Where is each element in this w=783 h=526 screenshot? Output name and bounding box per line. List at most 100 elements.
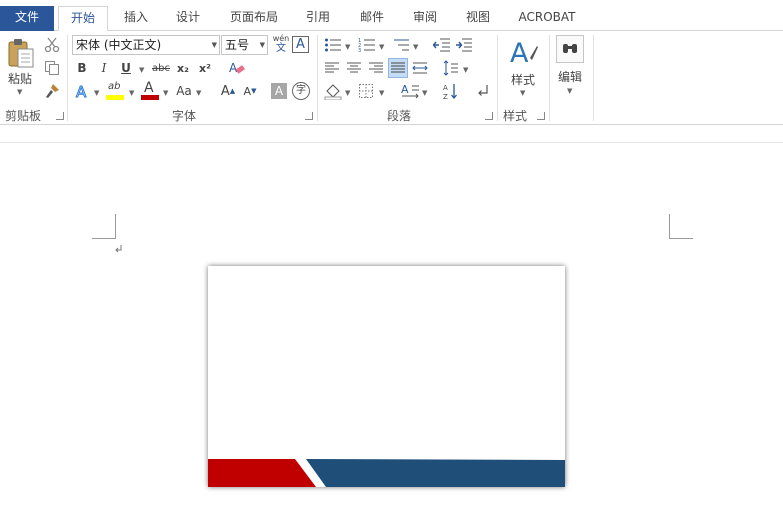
tab-design[interactable]: 设计 bbox=[166, 6, 210, 31]
decrease-indent-icon[interactable] bbox=[432, 37, 451, 53]
svg-text:Z: Z bbox=[443, 93, 448, 100]
svg-text:3: 3 bbox=[358, 48, 361, 53]
numbering-dropdown-icon[interactable]: ▼ bbox=[379, 43, 384, 51]
tab-review[interactable]: 审阅 bbox=[403, 6, 447, 31]
styles-icon[interactable]: A bbox=[508, 36, 538, 69]
grow-font-button[interactable]: A ▲ bbox=[219, 82, 237, 100]
increase-indent-icon[interactable] bbox=[455, 37, 473, 53]
divider bbox=[549, 35, 550, 121]
phonetic-guide-icon[interactable]: wén 文 bbox=[272, 34, 290, 56]
bullets-icon[interactable] bbox=[324, 37, 342, 53]
underline-button[interactable]: U bbox=[118, 59, 134, 77]
numbering-icon[interactable]: 1 2 3 bbox=[358, 37, 376, 54]
character-border-icon[interactable]: A bbox=[292, 36, 309, 53]
tab-acrobat[interactable]: ACROBAT bbox=[512, 6, 582, 31]
clipboard-group-label: 剪贴板 bbox=[5, 109, 42, 123]
font-color-label: A bbox=[144, 80, 154, 96]
tab-home[interactable]: 开始 bbox=[58, 6, 108, 32]
shading-icon[interactable] bbox=[324, 83, 342, 101]
bullets-dropdown-icon[interactable]: ▼ bbox=[345, 43, 350, 51]
shading-dropdown-icon[interactable]: ▼ bbox=[345, 89, 350, 97]
align-left-icon[interactable] bbox=[324, 60, 340, 76]
card-blue-band bbox=[306, 459, 565, 487]
justify-icon[interactable] bbox=[388, 58, 408, 78]
change-case-dropdown-icon[interactable]: ▼ bbox=[196, 89, 201, 97]
sort-icon[interactable]: AZ bbox=[443, 82, 459, 101]
business-card-image[interactable] bbox=[208, 266, 565, 487]
tab-mailings[interactable]: 邮件 bbox=[350, 6, 394, 31]
chevron-down-icon[interactable]: ▼ bbox=[260, 36, 265, 54]
paste-icon[interactable] bbox=[7, 37, 37, 69]
styles-dialog-launcher-icon[interactable] bbox=[537, 112, 545, 120]
tab-view[interactable]: 视图 bbox=[456, 6, 500, 31]
shrink-font-button[interactable]: A ▼ bbox=[241, 82, 259, 100]
distributed-icon[interactable] bbox=[412, 60, 428, 76]
underline-dropdown-icon[interactable]: ▼ bbox=[139, 66, 144, 74]
font-name-value: 宋体 (中文正文) bbox=[76, 38, 162, 52]
paragraph-dialog-launcher-icon[interactable] bbox=[485, 112, 493, 120]
chinese-layout-icon[interactable]: A bbox=[400, 83, 420, 99]
styles-group-label: 样式 bbox=[503, 109, 528, 123]
editing-button[interactable]: 编辑 bbox=[553, 68, 587, 84]
svg-text:A: A bbox=[76, 83, 87, 100]
tab-insert[interactable]: 插入 bbox=[114, 6, 158, 31]
bold-button[interactable]: B bbox=[74, 59, 90, 77]
clipboard-dialog-launcher-icon[interactable] bbox=[56, 112, 64, 120]
strikethrough-button[interactable]: abc bbox=[150, 59, 172, 77]
borders-icon[interactable] bbox=[358, 83, 374, 99]
font-size-combo[interactable]: 五号 ▼ bbox=[221, 35, 268, 55]
multilevel-list-dropdown-icon[interactable]: ▼ bbox=[413, 43, 418, 51]
grow-font-label: A bbox=[220, 83, 230, 99]
svg-text:A: A bbox=[443, 84, 448, 92]
superscript-button[interactable]: x² bbox=[196, 59, 214, 77]
enclose-characters-icon[interactable]: 字 bbox=[292, 82, 310, 100]
text-effects-dropdown-icon[interactable]: ▼ bbox=[94, 89, 99, 97]
chevron-down-icon[interactable]: ▼ bbox=[212, 36, 217, 54]
italic-button[interactable]: I bbox=[96, 59, 112, 77]
cut-icon[interactable] bbox=[44, 37, 60, 53]
tab-page-layout[interactable]: 页面布局 bbox=[222, 6, 286, 31]
svg-text:A: A bbox=[229, 61, 238, 75]
font-color-dropdown-icon[interactable]: ▼ bbox=[163, 89, 168, 97]
format-painter-icon[interactable] bbox=[44, 83, 60, 99]
phonetic-bottom: 文 bbox=[276, 43, 286, 54]
chinese-layout-dropdown-icon[interactable]: ▼ bbox=[422, 89, 427, 97]
divider bbox=[497, 35, 498, 121]
find-binoculars-icon[interactable] bbox=[556, 35, 584, 63]
editing-dropdown-icon[interactable]: ▼ bbox=[567, 87, 572, 95]
font-dialog-launcher-icon[interactable] bbox=[305, 112, 313, 120]
character-shading-icon[interactable]: A bbox=[271, 83, 287, 99]
text-effects-icon[interactable]: A bbox=[74, 82, 92, 102]
multilevel-list-icon[interactable] bbox=[392, 37, 410, 53]
align-right-icon[interactable] bbox=[368, 60, 384, 76]
crop-mark-left-vertical bbox=[115, 214, 116, 238]
paste-dropdown-icon[interactable]: ▼ bbox=[17, 88, 22, 96]
crop-mark-right-vertical bbox=[669, 214, 670, 238]
ribbon-tabs: 文件 开始 插入 设计 页面布局 引用 邮件 审阅 视图 ACROBAT bbox=[0, 0, 783, 32]
line-spacing-dropdown-icon[interactable]: ▼ bbox=[463, 66, 468, 74]
font-color-icon[interactable]: A bbox=[141, 80, 161, 101]
highlight-label: ab bbox=[108, 81, 121, 92]
change-case-button[interactable]: Aa bbox=[174, 82, 194, 100]
paragraph-mark-icon bbox=[114, 243, 124, 253]
show-paragraph-marks-icon[interactable] bbox=[475, 83, 491, 99]
align-center-icon[interactable] bbox=[346, 60, 362, 76]
borders-dropdown-icon[interactable]: ▼ bbox=[379, 89, 384, 97]
subscript-button[interactable]: x₂ bbox=[174, 59, 192, 77]
crop-mark-right-horizontal bbox=[669, 238, 693, 239]
copy-icon[interactable] bbox=[44, 60, 60, 76]
highlight-icon[interactable]: ab bbox=[106, 81, 126, 101]
tab-references[interactable]: 引用 bbox=[296, 6, 340, 31]
font-name-combo[interactable]: 宋体 (中文正文) ▼ bbox=[72, 35, 220, 55]
card-red-band bbox=[208, 459, 316, 487]
paste-button[interactable]: 粘贴 bbox=[4, 70, 36, 86]
styles-dropdown-icon[interactable]: ▼ bbox=[520, 89, 525, 97]
page-top-edge bbox=[0, 142, 783, 143]
tab-file[interactable]: 文件 bbox=[0, 6, 54, 31]
crop-mark-left-horizontal bbox=[92, 238, 116, 239]
clear-formatting-icon[interactable]: A bbox=[228, 59, 246, 77]
line-spacing-icon[interactable] bbox=[443, 60, 459, 76]
svg-text:A: A bbox=[510, 38, 529, 68]
highlight-dropdown-icon[interactable]: ▼ bbox=[129, 89, 134, 97]
styles-button[interactable]: 样式 bbox=[506, 71, 540, 87]
